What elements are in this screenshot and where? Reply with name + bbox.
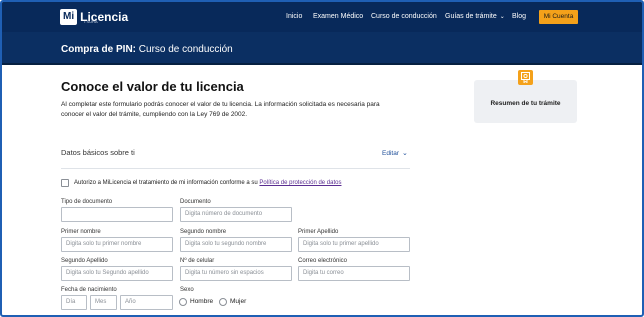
primer-nombre-label: Primer nombre (61, 229, 101, 235)
privacy-policy-link[interactable]: Política de protección de datos (259, 180, 341, 186)
page-banner: Compra de PIN: Curso de conducción (2, 32, 642, 65)
consent-text: Autorizo a MiLicencia el tratamiento de … (74, 180, 341, 186)
fecha-nacimiento-label: Fecha de nacimiento (61, 287, 117, 293)
edit-link[interactable]: Editar ⌄ (382, 149, 408, 157)
segundo-apellido-input[interactable]: Digita solo tu Segundo apellido (61, 266, 173, 281)
page-title-bold: Compra de PIN: (61, 44, 137, 55)
nav-guias-tramite[interactable]: Guías de trámite ⌄ (445, 13, 505, 20)
logo-subtitle: • SURA (84, 19, 98, 24)
sexo-label: Sexo (180, 287, 194, 293)
primer-apellido-label: Primer Apellido (298, 229, 339, 235)
correo-label: Correo electrónico (298, 258, 348, 264)
chevron-down-icon: ⌄ (401, 150, 408, 157)
certificate-icon (518, 70, 533, 85)
dia-input[interactable]: Día (61, 295, 87, 310)
radio-mujer-label: Mujer (230, 298, 247, 305)
celular-label: Nº de celular (180, 258, 215, 264)
celular-input[interactable]: Digita tu número sin espacios (180, 266, 292, 281)
edit-label: Editar (382, 150, 399, 157)
nav-examen-medico[interactable]: Examen Médico (313, 13, 363, 20)
nav-blog[interactable]: Blog (512, 13, 526, 20)
documento-label: Documento (180, 199, 211, 205)
page-title: Compra de PIN: Curso de conducción (61, 44, 233, 55)
summary-label: Resumen de tu trámite (490, 100, 561, 107)
tipo-documento-select[interactable] (61, 207, 173, 222)
anio-input[interactable]: Año (120, 295, 173, 310)
top-navigation: Mi Licencia • SURA Inicio Examen Médico … (2, 2, 642, 32)
primer-nombre-input[interactable]: Digita solo tu primer nombre (61, 237, 173, 252)
section-divider (61, 168, 410, 169)
main-heading: Conoce el valor de tu licencia (61, 79, 244, 94)
page-title-rest: Curso de conducción (136, 44, 233, 55)
section-title: Datos básicos sobre ti (61, 148, 135, 157)
logo-mark: Mi (60, 9, 78, 25)
primer-apellido-input[interactable]: Digita solo tu primer apellido (298, 237, 410, 252)
chevron-down-icon: ⌄ (499, 14, 505, 20)
documento-input[interactable]: Digita número de documento (180, 207, 292, 222)
tipo-documento-label: Tipo de documento (61, 199, 113, 205)
nav-inicio[interactable]: Inicio (286, 13, 302, 20)
consent-checkbox[interactable] (61, 179, 69, 187)
mes-input[interactable]: Mes (90, 295, 117, 310)
intro-text: Al completar este formulario podrás cono… (61, 101, 380, 118)
segundo-apellido-label: Segundo Apellido (61, 258, 108, 264)
radio-mujer[interactable] (219, 298, 227, 306)
milicencia-logo[interactable]: Mi Licencia (60, 7, 128, 27)
consent-label: Autorizo a MiLicencia el tratamiento de … (74, 180, 260, 186)
summary-card[interactable]: Resumen de tu trámite (474, 70, 577, 123)
correo-input[interactable]: Digita tu correo (298, 266, 410, 281)
segundo-nombre-label: Segundo nombre (180, 229, 227, 235)
my-account-button[interactable]: Mi Cuenta (539, 10, 578, 24)
radio-hombre[interactable] (179, 298, 187, 306)
browser-frame: Mi Licencia • SURA Inicio Examen Médico … (0, 0, 644, 317)
radio-hombre-label: Hombre (190, 298, 214, 305)
segundo-nombre-input[interactable]: Digita solo tu segundo nombre (180, 237, 292, 252)
nav-guias-label: Guías de trámite (445, 13, 497, 20)
nav-curso-conduccion[interactable]: Curso de conducción (371, 13, 437, 20)
